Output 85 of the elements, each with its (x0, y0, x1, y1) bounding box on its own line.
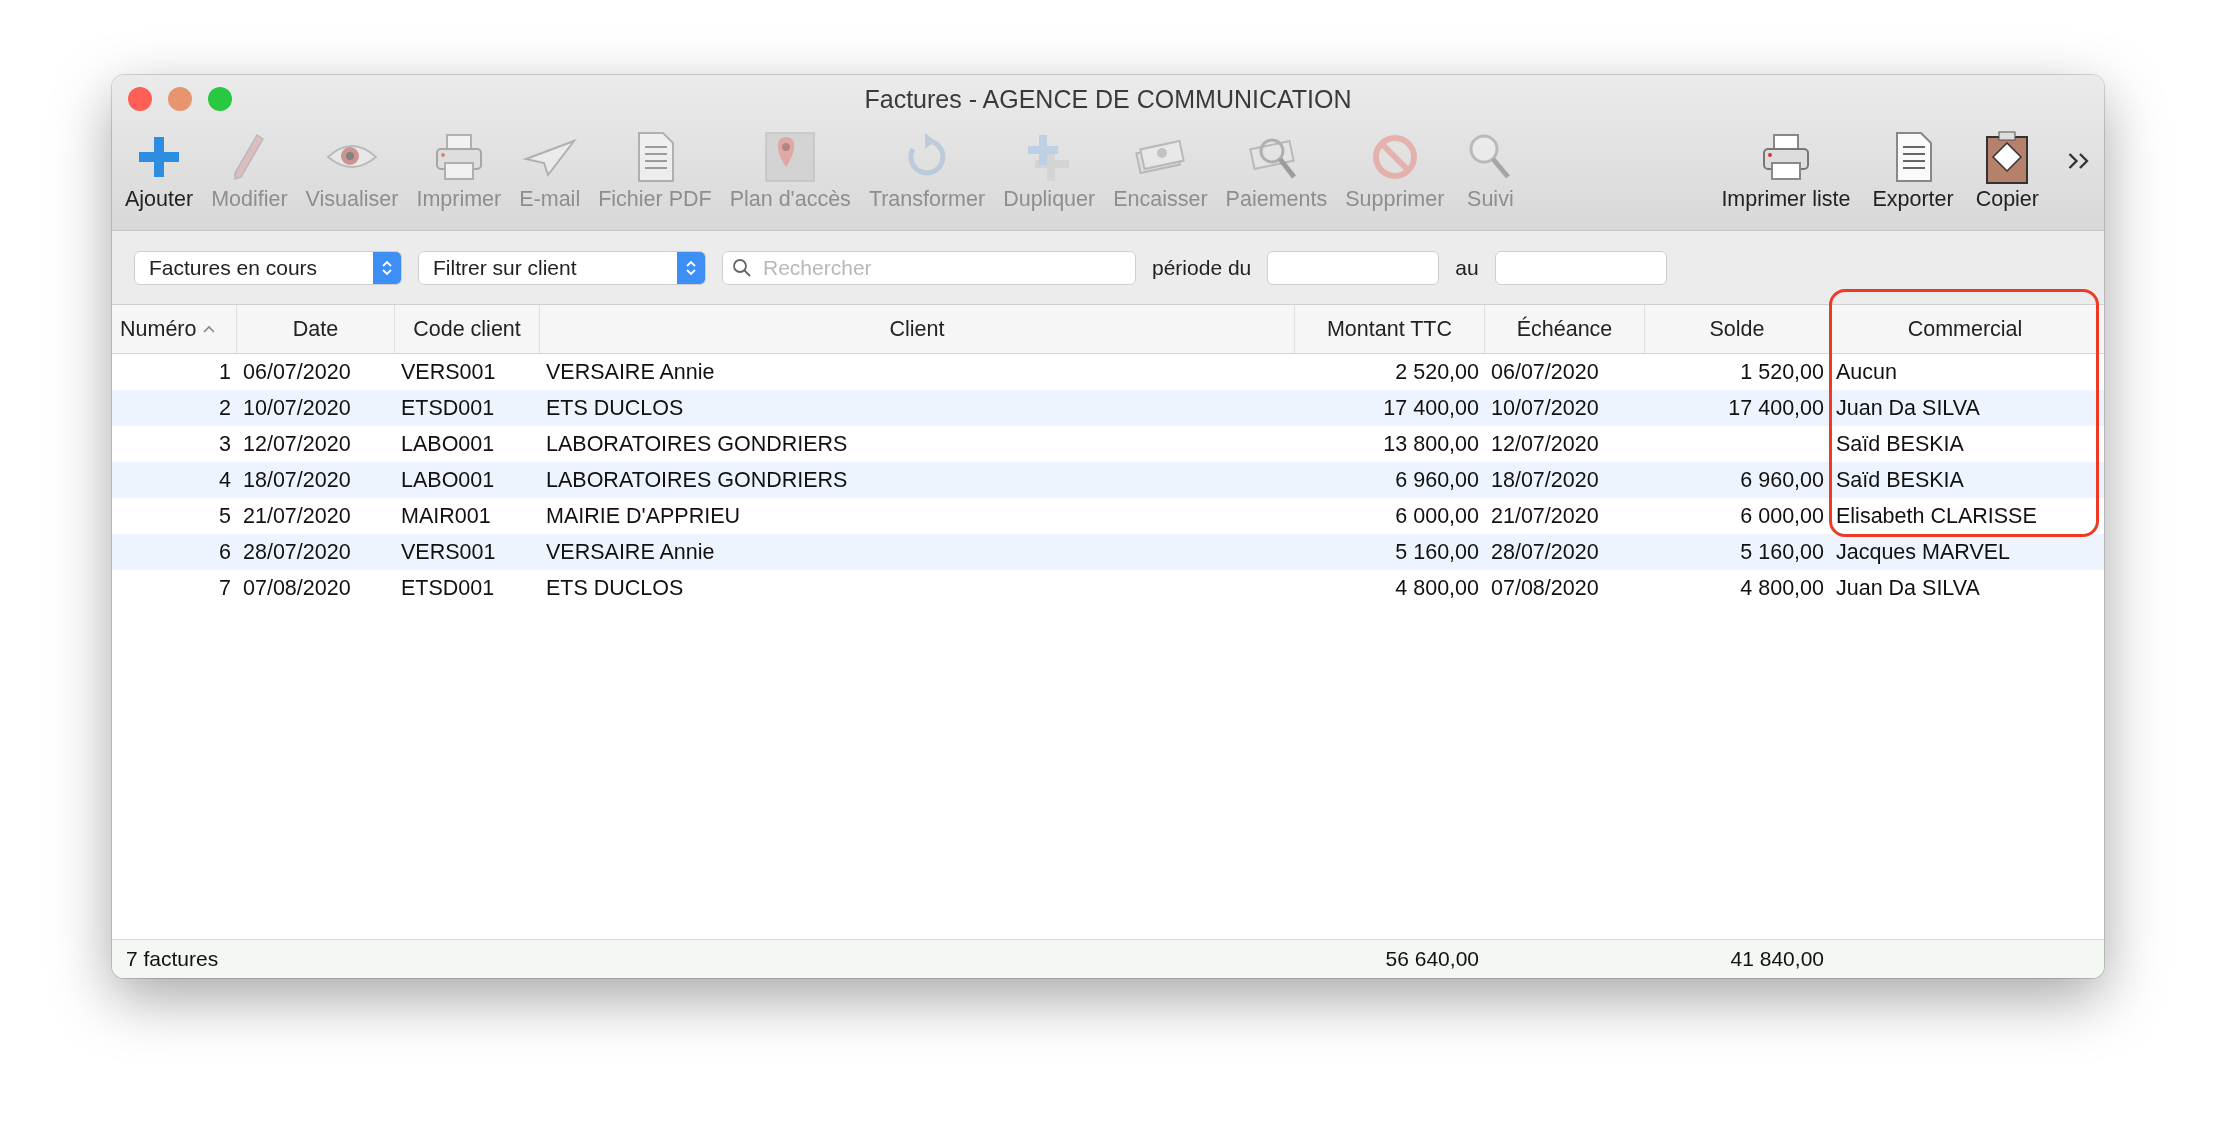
toolbar-button[interactable]: Copier (1966, 129, 2048, 213)
column-header[interactable]: Solde (1645, 305, 1830, 353)
column-header[interactable]: Échéance (1485, 305, 1645, 353)
table-cell: 06/07/2020 (243, 359, 351, 384)
sort-ascending-icon (202, 324, 217, 334)
stepper-icon (373, 251, 401, 284)
table-cell: VERS001 (401, 539, 496, 564)
table-cell: 07/08/2020 (243, 575, 351, 600)
table-cell: 21/07/2020 (1491, 503, 1599, 528)
table-cell: 28/07/2020 (243, 539, 351, 564)
table-cell: MAIR001 (401, 503, 491, 528)
table-cell: MAIRIE D'APPRIEU (546, 503, 741, 528)
end-label: au (1455, 255, 1479, 280)
table-cell: 5 (219, 503, 231, 528)
stepper-icon (677, 251, 705, 284)
table-cell: 17 400,00 (1728, 395, 1824, 420)
table-cell: 7 (219, 575, 231, 600)
table-cell: VERS001 (401, 359, 496, 384)
invoice-count: 7 factures (126, 947, 219, 970)
table-cell: 06/07/2020 (1491, 359, 1599, 384)
table-cell: Jacques MARVEL (1836, 539, 2011, 564)
table-cell: Aucun (1836, 359, 1897, 384)
column-header[interactable]: Code client (395, 305, 540, 353)
table-cell: 6 960,00 (1395, 467, 1479, 492)
table-cell: Juan Da SILVA (1836, 575, 1980, 600)
table-cell: 21/07/2020 (243, 503, 351, 528)
column-header[interactable]: Numéro (112, 305, 237, 353)
column-header[interactable]: Commercial (1830, 305, 2100, 353)
table-cell: 6 000,00 (1740, 503, 1824, 528)
status-dropdown[interactable]: Factures en cours (134, 250, 402, 285)
client-dropdown[interactable]: Filtrer sur client (418, 250, 706, 285)
table-cell: 17 400,00 (1383, 395, 1479, 420)
toolbar-button[interactable]: Ajouter (116, 129, 203, 213)
table-cell: 5 160,00 (1395, 539, 1479, 564)
table-cell: 6 960,00 (1740, 467, 1824, 492)
table-cell: VERSAIRE Annie (546, 359, 715, 384)
table-cell: LABORATOIRES GONDRIERS (546, 467, 848, 492)
close-button[interactable] (128, 87, 152, 111)
start-date-field[interactable] (1267, 250, 1440, 285)
column-header[interactable]: Montant TTC (1295, 305, 1485, 353)
minimize-button[interactable] (168, 87, 192, 111)
table-cell: 6 (219, 539, 231, 564)
table-cell: 12/07/2020 (243, 431, 351, 456)
zoom-button[interactable] (208, 87, 232, 111)
table-cell: 1 520,00 (1740, 359, 1824, 384)
table-cell: 3 (219, 431, 231, 456)
table-cell: Elisabeth CLARISSE (1836, 503, 2037, 528)
table-cell: 1 (219, 359, 231, 384)
table-cell: LABO001 (401, 467, 495, 492)
search-icon (732, 257, 752, 278)
search-field[interactable]: Rechercher (722, 250, 1136, 285)
table-cell: ETS DUCLOS (546, 395, 684, 420)
table-cell: LABO001 (401, 431, 495, 456)
table-cell: 13 800,00 (1383, 431, 1479, 456)
table-cell: 18/07/2020 (243, 467, 351, 492)
table-cell: 10/07/2020 (1491, 395, 1599, 420)
table-cell: Saïd BESKIA (1836, 467, 1964, 492)
table-cell: 10/07/2020 (243, 395, 351, 420)
table-cell: 07/08/2020 (1491, 575, 1599, 600)
table-cell: VERSAIRE Annie (546, 539, 715, 564)
period-label: période du (1152, 255, 1252, 280)
table-cell: 4 800,00 (1740, 575, 1824, 600)
table-cell: 12/07/2020 (1491, 431, 1599, 456)
total-balance: 41 840,00 (1730, 947, 1824, 970)
table-cell: 28/07/2020 (1491, 539, 1599, 564)
table-cell: 6 000,00 (1395, 503, 1479, 528)
toolbar-button[interactable]: Imprimer liste (1712, 129, 1860, 213)
table-cell: 2 520,00 (1395, 359, 1479, 384)
table-cell: ETSD001 (401, 575, 495, 600)
toolbar-button[interactable]: Exporter (1863, 129, 1963, 213)
window-title: Factures - AGENCE DE COMMUNICATION (864, 84, 1352, 114)
column-header[interactable]: Date (237, 305, 395, 353)
table-cell: 2 (219, 395, 231, 420)
table-cell: LABORATOIRES GONDRIERS (546, 431, 848, 456)
table-cell: ETSD001 (401, 395, 495, 420)
table-cell: Juan Da SILVA (1836, 395, 1980, 420)
table-cell: 4 (219, 467, 231, 492)
end-date-field[interactable] (1494, 250, 1667, 285)
table-cell: 4 800,00 (1395, 575, 1479, 600)
total-amount: 56 640,00 (1385, 947, 1479, 970)
table-cell: ETS DUCLOS (546, 575, 684, 600)
column-header[interactable]: Client (540, 305, 1295, 353)
table-cell: 18/07/2020 (1491, 467, 1599, 492)
table-cell: Saïd BESKIA (1836, 431, 1964, 456)
table-cell: 5 160,00 (1740, 539, 1824, 564)
